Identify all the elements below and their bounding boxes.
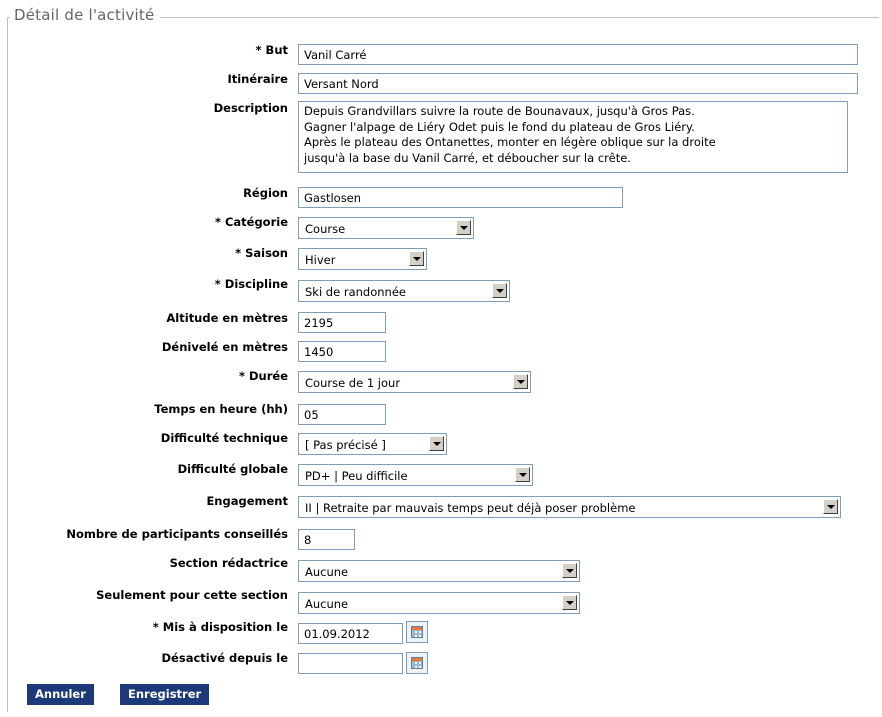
calendar-glyph <box>411 626 423 638</box>
categorie-select[interactable]: Course <box>298 217 474 239</box>
cancel-button[interactable]: Annuler <box>27 684 94 705</box>
participants-input[interactable]: 8 <box>298 529 355 550</box>
engagement-select[interactable]: II | Retraite par mauvais temps peut déj… <box>298 496 841 518</box>
diff-tech-label: Difficulté technique <box>160 431 288 445</box>
mis-dispo-input[interactable]: 01.09.2012 <box>298 623 403 644</box>
section-red-value: Aucune <box>305 565 349 579</box>
mis-dispo-label: * Mis à disposition le <box>152 620 288 634</box>
saison-label: * Saison <box>235 246 288 260</box>
duree-select[interactable]: Course de 1 jour <box>298 371 531 393</box>
description-line: Après le plateau des Ontanettes, monter … <box>304 135 716 149</box>
engagement-value: II | Retraite par mauvais temps peut déj… <box>305 501 636 515</box>
chevron-down-icon[interactable] <box>515 467 530 482</box>
calendar-icon[interactable] <box>406 652 428 674</box>
itineraire-input[interactable]: Versant Nord <box>298 73 858 94</box>
denivele-input[interactable]: 1450 <box>298 341 386 362</box>
chevron-down-icon[interactable] <box>429 436 444 451</box>
description-textarea[interactable]: Depuis Grandvillars suivre la route de B… <box>298 101 848 173</box>
temps-label: Temps en heure (hh) <box>154 402 288 416</box>
seulement-select[interactable]: Aucune <box>298 592 580 614</box>
participants-label: Nombre de participants conseillés <box>66 527 288 541</box>
diff-glob-value: PD+ | Peu difficile <box>305 469 408 483</box>
chevron-down-icon[interactable] <box>823 499 838 514</box>
temps-input[interactable]: 05 <box>298 404 386 425</box>
seulement-value: Aucune <box>305 597 349 611</box>
altitude-label: Altitude en mètres <box>166 311 288 325</box>
calendar-glyph <box>411 657 423 669</box>
discipline-select[interactable]: Ski de randonnée <box>298 280 510 302</box>
chevron-down-icon[interactable] <box>409 251 424 266</box>
chevron-down-icon[interactable] <box>562 595 577 610</box>
categorie-label: * Catégorie <box>214 215 288 229</box>
description-line: Depuis Grandvillars suivre la route de B… <box>304 104 695 118</box>
seulement-label: Seulement pour cette section <box>96 588 288 602</box>
region-input[interactable]: Gastlosen <box>298 187 623 208</box>
description-line: jusqu'à la base du Vanil Carré, et débou… <box>304 150 631 165</box>
altitude-input[interactable]: 2195 <box>298 312 386 333</box>
but-label: * But <box>255 43 288 57</box>
section-red-select[interactable]: Aucune <box>298 560 580 582</box>
desactive-input[interactable] <box>298 653 403 674</box>
diff-tech-value: [ Pas précisé ] <box>305 438 386 452</box>
chevron-down-icon[interactable] <box>456 220 471 235</box>
engagement-label: Engagement <box>206 494 288 508</box>
description-label: Description <box>213 101 288 115</box>
calendar-icon[interactable] <box>406 621 428 643</box>
chevron-down-icon[interactable] <box>513 374 528 389</box>
save-button[interactable]: Enregistrer <box>120 684 210 705</box>
region-label: Région <box>243 186 288 200</box>
diff-tech-select[interactable]: [ Pas précisé ] <box>298 433 447 455</box>
categorie-value: Course <box>305 222 346 236</box>
itineraire-label: Itinéraire <box>227 72 288 86</box>
denivele-label: Dénivelé en mètres <box>161 340 288 354</box>
discipline-value: Ski de randonnée <box>305 285 406 299</box>
desactive-label: Désactivé depuis le <box>161 651 289 665</box>
saison-value: Hiver <box>305 253 336 267</box>
diff-glob-select[interactable]: PD+ | Peu difficile <box>298 464 533 486</box>
discipline-label: * Discipline <box>214 277 288 291</box>
section-red-label: Section rédactrice <box>169 556 288 570</box>
diff-glob-label: Difficulté globale <box>177 462 288 476</box>
duree-value: Course de 1 jour <box>305 376 401 390</box>
saison-select[interactable]: Hiver <box>298 248 427 270</box>
description-line: Gagner l'alpage de Liéry Odet puis le fo… <box>304 119 695 134</box>
chevron-down-icon[interactable] <box>492 283 507 298</box>
duree-label: * Durée <box>238 369 288 383</box>
chevron-down-icon[interactable] <box>562 563 577 578</box>
section-legend: Détail de l'activité <box>10 6 161 24</box>
but-input[interactable]: Vanil Carré <box>298 44 858 65</box>
